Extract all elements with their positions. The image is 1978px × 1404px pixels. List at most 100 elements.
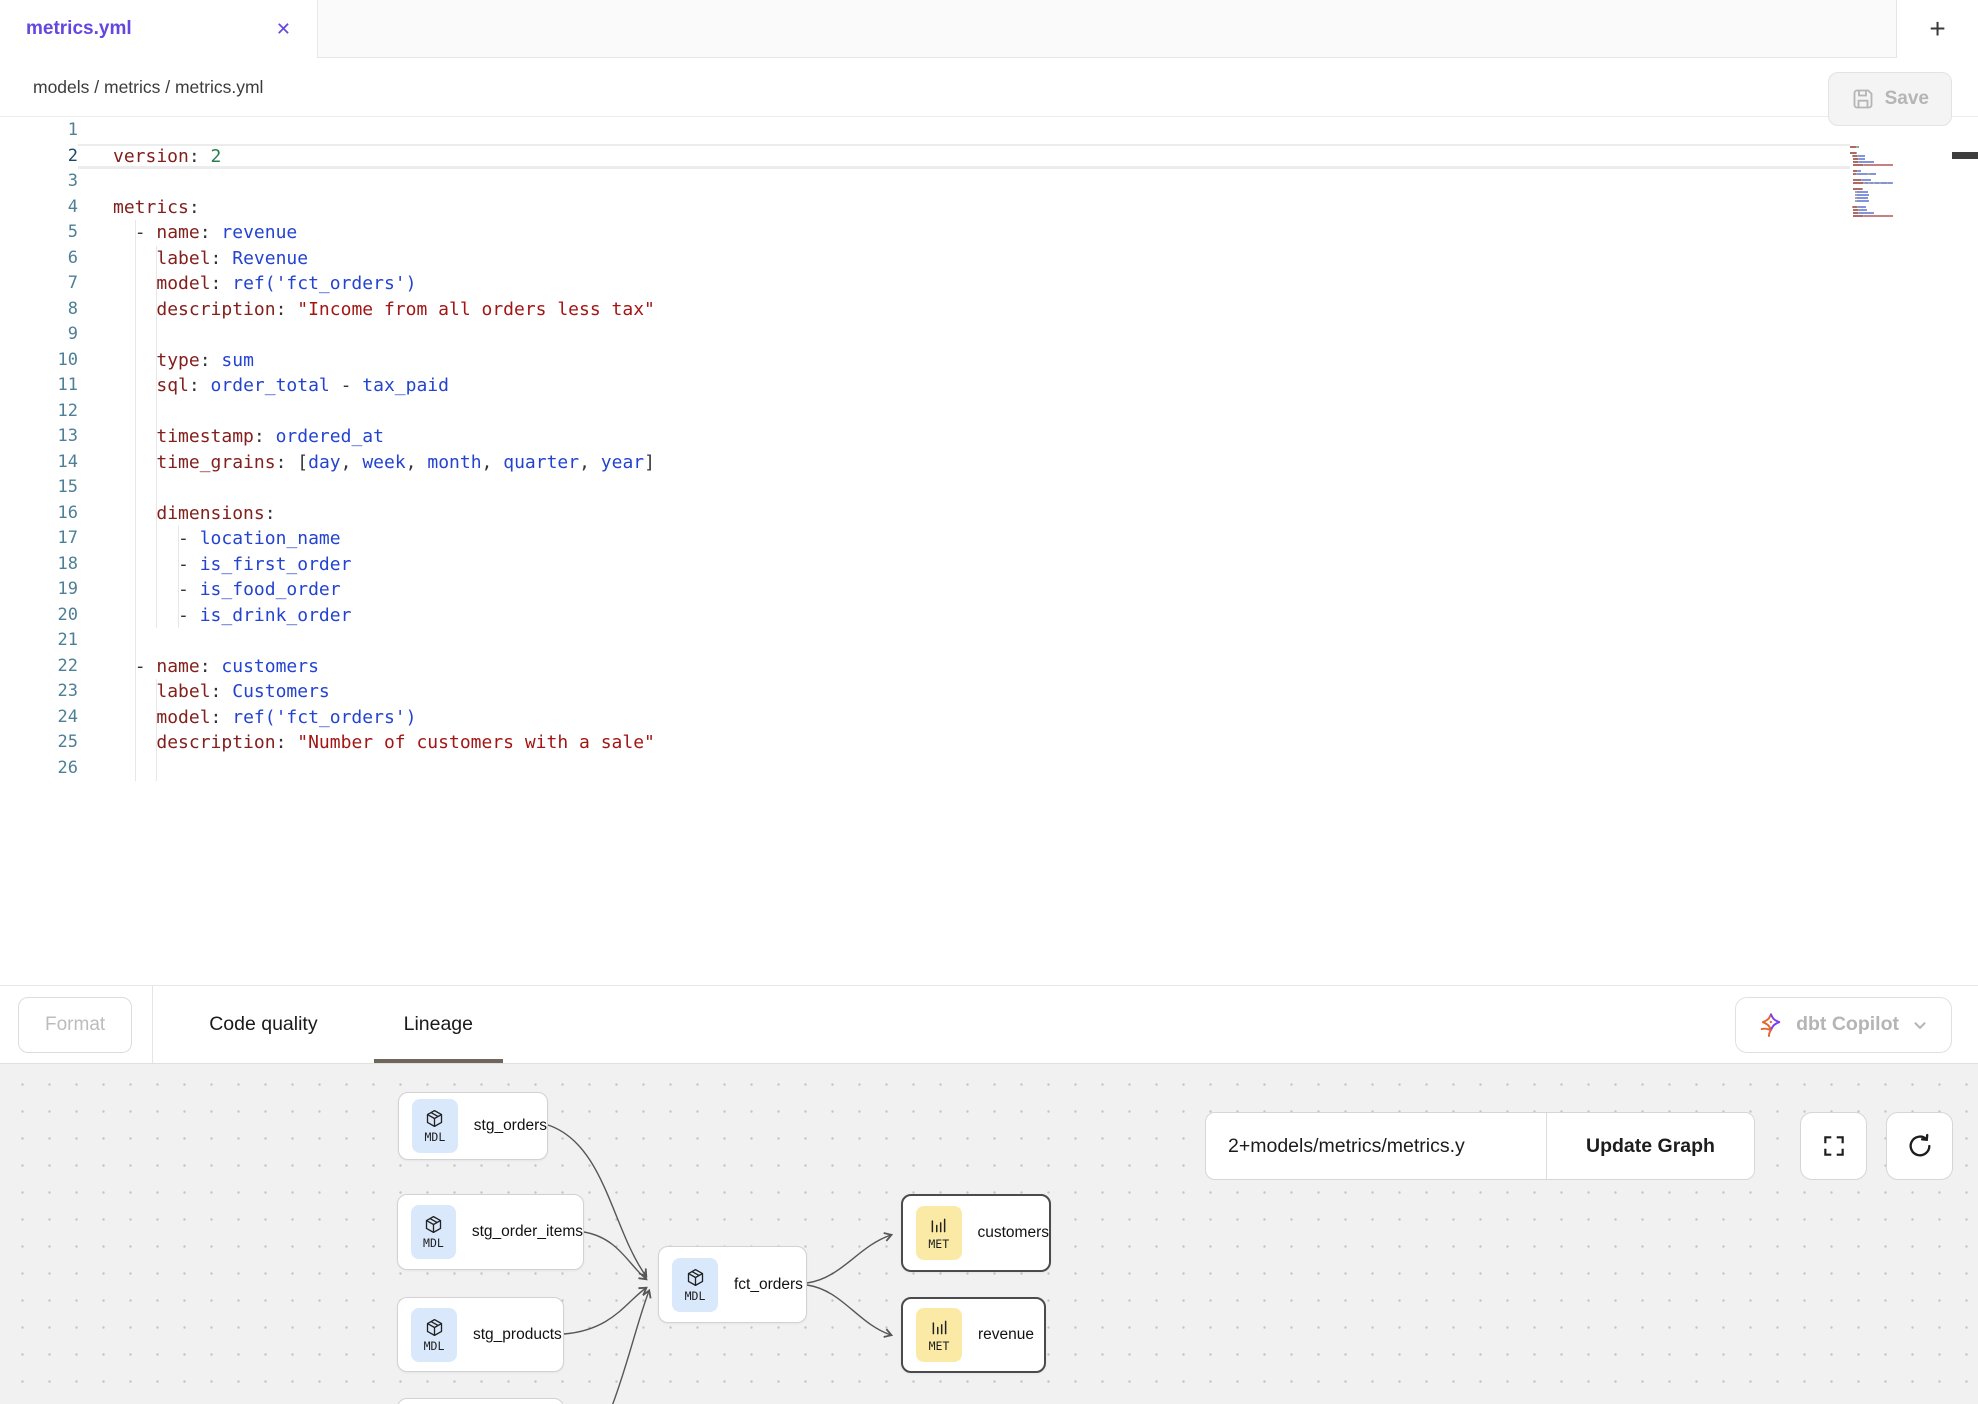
lineage-node-stg_orders[interactable]: MDL stg_orders [398, 1092, 548, 1160]
code-line-content: description: "Income from all orders les… [78, 297, 1850, 323]
indent-guide [156, 603, 157, 629]
code-line: 17 - location_name [0, 526, 1850, 552]
save-button[interactable]: Save [1828, 72, 1952, 126]
code-line: 19 - is_food_order [0, 577, 1850, 603]
code-line: 5 - name: revenue [0, 220, 1850, 246]
indent-guide [156, 679, 157, 705]
chevron-down-icon [1911, 1016, 1929, 1034]
node-label: revenue [978, 1326, 1034, 1344]
code-line-content [78, 322, 1850, 348]
code-line-content: - is_first_order [78, 552, 1850, 578]
code-line-content [78, 169, 1850, 195]
indent-guide [135, 705, 136, 731]
node-label: stg_orders [474, 1117, 547, 1135]
code-line: 26 [0, 756, 1850, 782]
code-line: 24 model: ref('fct_orders') [0, 705, 1850, 731]
code-line: 22 - name: customers [0, 654, 1850, 680]
lineage-node-fct_orders[interactable]: MDL fct_orders [658, 1246, 807, 1323]
indent-guide [156, 475, 157, 501]
line-number: 8 [0, 297, 78, 323]
line-number: 23 [0, 679, 78, 705]
node-type-badge: MDL [672, 1258, 718, 1312]
code-line: 6 label: Revenue [0, 246, 1850, 272]
indent-guide [156, 730, 157, 756]
indent-guide [156, 373, 157, 399]
line-number: 22 [0, 654, 78, 680]
indent-guide [135, 271, 136, 297]
node-type-badge: MDL [412, 1099, 458, 1153]
save-icon [1851, 87, 1875, 111]
lineage-node-stg_products[interactable]: MDL stg_products [397, 1297, 564, 1372]
code-line: 13 timestamp: ordered_at [0, 424, 1850, 450]
indent-guide [135, 220, 136, 246]
code-line-content: timestamp: ordered_at [78, 424, 1850, 450]
refresh-button[interactable] [1886, 1112, 1953, 1180]
code-line: 14 time_grains: [day, week, month, quart… [0, 450, 1850, 476]
update-graph-button[interactable]: Update Graph [1546, 1113, 1754, 1179]
breadcrumb-bar: models / metrics / metrics.yml Save [0, 58, 1978, 116]
node-type-badge: MET [916, 1206, 962, 1260]
indent-guide [135, 756, 136, 782]
line-number: 17 [0, 526, 78, 552]
dbt-copilot-button[interactable]: dbt Copilot [1735, 997, 1952, 1053]
lineage-node-partial_node[interactable] [397, 1398, 564, 1404]
tab-metrics-yml[interactable]: metrics.yml ✕ [0, 0, 318, 58]
code-line-content: version: 2 [78, 144, 1850, 170]
code-lines: 12version: 234metrics:5 - name: revenue6… [0, 117, 1850, 781]
indent-guide [178, 577, 179, 603]
indent-guide [178, 603, 179, 629]
dbt-copilot-icon [1758, 1012, 1784, 1038]
indent-guide [135, 552, 136, 578]
line-number: 11 [0, 373, 78, 399]
new-tab-button[interactable]: + [1896, 0, 1978, 58]
code-line-content [78, 399, 1850, 425]
indent-guide [156, 246, 157, 272]
tab-code-quality[interactable]: Code quality [179, 986, 347, 1063]
refresh-icon [1906, 1132, 1934, 1160]
indent-guide [135, 577, 136, 603]
line-number: 25 [0, 730, 78, 756]
code-line: 10 type: sum [0, 348, 1850, 374]
indent-guide [156, 756, 157, 782]
indent-guide [135, 450, 136, 476]
minimap-scroll-mark [1952, 152, 1978, 159]
indent-guide [135, 475, 136, 501]
code-line: 2version: 2 [0, 144, 1850, 170]
lineage-node-customers[interactable]: METcustomers [901, 1194, 1051, 1272]
indent-guide [178, 526, 179, 552]
indent-guide [135, 526, 136, 552]
model-cube-icon [424, 1108, 445, 1129]
lineage-node-stg_order_items[interactable]: MDLstg_order_items [397, 1194, 584, 1270]
tab-lineage[interactable]: Lineage [374, 986, 503, 1063]
format-button[interactable]: Format [18, 997, 132, 1053]
code-editor[interactable]: 12version: 234metrics:5 - name: revenue6… [0, 116, 1978, 985]
node-type-badge: MDL [411, 1308, 457, 1362]
line-number: 21 [0, 628, 78, 654]
indent-guide [135, 373, 136, 399]
minimap[interactable] [1850, 143, 1908, 221]
indent-guide [156, 526, 157, 552]
code-line-content: dimensions: [78, 501, 1850, 527]
line-number: 26 [0, 756, 78, 782]
line-number: 16 [0, 501, 78, 527]
lineage-canvas[interactable]: MDL stg_orders MDLstg_order_items MDL stg_pr… [0, 1064, 1978, 1404]
code-line-content: time_grains: [day, week, month, quarter,… [78, 450, 1850, 476]
indent-guide [156, 348, 157, 374]
fullscreen-button[interactable] [1800, 1112, 1867, 1180]
indent-guide [135, 730, 136, 756]
fullscreen-icon [1821, 1133, 1847, 1159]
indent-guide [156, 297, 157, 323]
edge-stg_order_items-to-fct_orders [584, 1232, 646, 1279]
node-label: stg_products [473, 1326, 562, 1344]
model-cube-icon [424, 1317, 445, 1338]
code-line-content [78, 475, 1850, 501]
node-label: fct_orders [734, 1276, 803, 1294]
tab-bar: metrics.yml ✕ + [0, 0, 1978, 58]
code-line: 18 - is_first_order [0, 552, 1850, 578]
code-line: 4metrics: [0, 195, 1850, 221]
lineage-filter-input[interactable] [1206, 1113, 1546, 1179]
lineage-node-revenue[interactable]: METrevenue [901, 1297, 1046, 1373]
close-icon[interactable]: ✕ [276, 19, 291, 40]
indent-guide [135, 348, 136, 374]
line-number: 24 [0, 705, 78, 731]
